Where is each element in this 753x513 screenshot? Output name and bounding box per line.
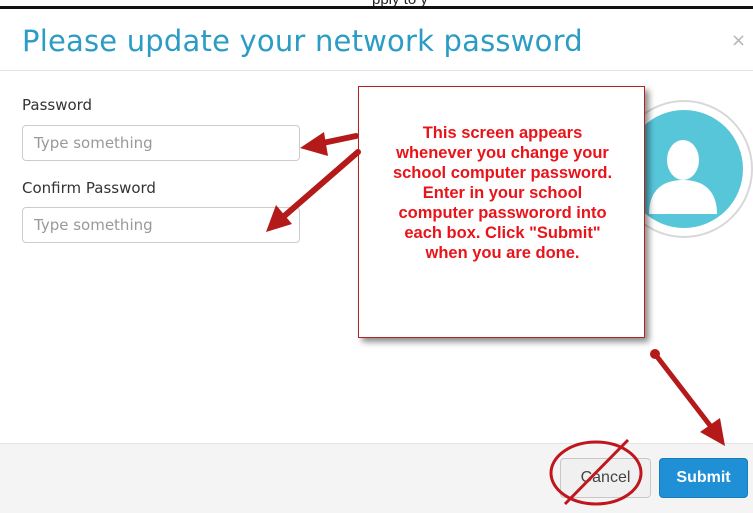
confirm-password-label: Confirm Password — [22, 179, 156, 197]
arrow-to-submit — [650, 349, 725, 446]
callout-line: each box. Click "Submit" — [404, 224, 601, 242]
close-icon[interactable]: × — [731, 30, 746, 51]
submit-button[interactable]: Submit — [659, 458, 748, 498]
dialog-header: Please update your network password × — [0, 10, 753, 71]
top-edge: pply to y — [0, 0, 753, 9]
password-input[interactable] — [22, 125, 300, 161]
cancel-button[interactable]: Cancel — [560, 458, 651, 498]
top-rule — [0, 6, 753, 9]
callout-line: This screen appears — [422, 124, 583, 142]
password-label: Password — [22, 96, 93, 114]
callout-line: computer passwor​ord into — [398, 204, 607, 222]
arrow-to-password — [300, 132, 359, 156]
dialog-title: Please update your network password — [22, 24, 583, 58]
instruction-callout: This screen appears whenever you change … — [358, 86, 645, 338]
callout-line: whenever you change your — [396, 144, 609, 162]
callout-line: when you are done. — [425, 244, 580, 262]
callout-text: This screen appears whenever you change … — [369, 123, 636, 263]
callout-line: Enter in your school — [422, 184, 583, 202]
confirm-password-input[interactable] — [22, 207, 300, 243]
callout-line: school computer password. — [392, 164, 613, 182]
